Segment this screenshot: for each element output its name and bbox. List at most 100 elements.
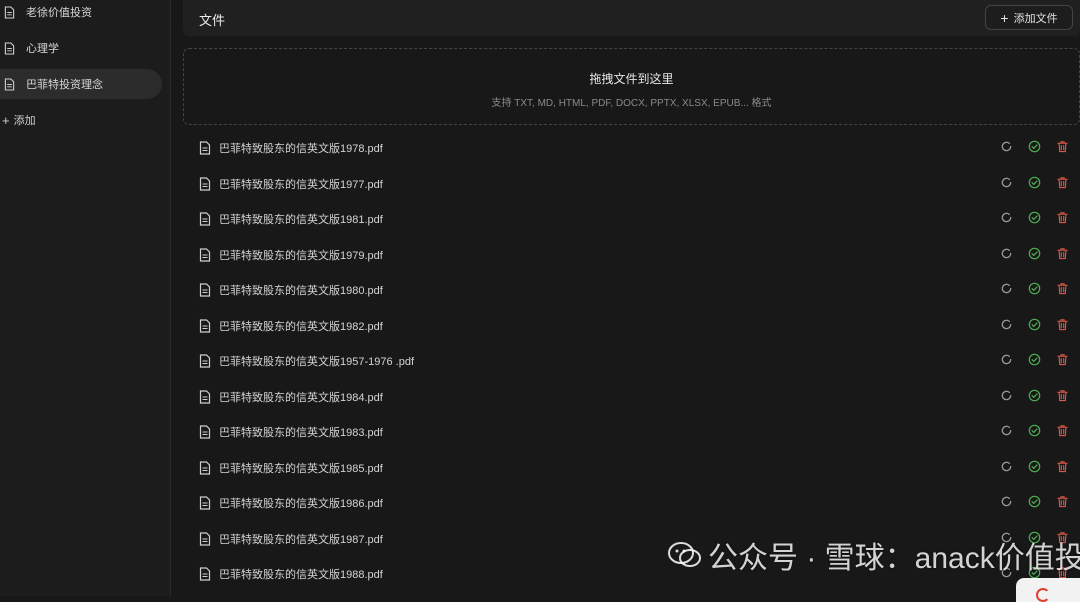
file-actions bbox=[1000, 318, 1069, 331]
document-icon bbox=[199, 247, 211, 262]
page-title: 文件 bbox=[199, 13, 226, 28]
file-row[interactable]: 巴菲特致股东的信英文版1957-1976 .pdf bbox=[199, 350, 1069, 372]
file-dropzone[interactable]: 拖拽文件到这里 支持 TXT, MD, HTML, PDF, DOCX, PPT… bbox=[183, 48, 1080, 125]
check-circle-icon[interactable] bbox=[1028, 460, 1041, 473]
file-row[interactable]: 巴菲特致股东的信英文版1980.pdf bbox=[199, 279, 1069, 301]
refresh-icon[interactable] bbox=[1000, 176, 1013, 189]
file-name: 巴菲特致股东的信英文版1984.pdf bbox=[219, 391, 383, 404]
file-actions bbox=[1000, 353, 1069, 366]
refresh-icon[interactable] bbox=[1000, 460, 1013, 473]
watermark-text: 公众号 · 雪球：anack价值投资 bbox=[708, 542, 1080, 575]
document-icon bbox=[4, 41, 15, 55]
dropzone-title: 拖拽文件到这里 bbox=[589, 72, 674, 86]
refresh-icon[interactable] bbox=[1000, 353, 1013, 366]
document-icon bbox=[199, 318, 211, 333]
sidebar-item-label: 巴菲特投资理念 bbox=[26, 79, 103, 91]
check-circle-icon[interactable] bbox=[1028, 495, 1041, 508]
plus-icon: + bbox=[2, 112, 10, 128]
files-header: 文件 bbox=[183, 0, 1080, 36]
refresh-icon[interactable] bbox=[1000, 140, 1013, 153]
sidebar: 老徐价值投资 心理学 巴菲特投资理念 + 添加 bbox=[0, 0, 171, 596]
check-circle-icon[interactable] bbox=[1028, 318, 1041, 331]
document-icon bbox=[199, 496, 211, 510]
add-label: 添加 bbox=[13, 115, 36, 127]
file-name: 巴菲特致股东的信英文版1980.pdf bbox=[219, 285, 383, 297]
document-icon bbox=[199, 425, 211, 439]
trash-icon[interactable] bbox=[1056, 140, 1069, 153]
trash-icon[interactable] bbox=[1056, 424, 1069, 437]
check-circle-icon[interactable] bbox=[1028, 140, 1041, 153]
refresh-icon[interactable] bbox=[1000, 424, 1013, 437]
trash-icon[interactable] bbox=[1056, 247, 1069, 260]
document-icon bbox=[4, 77, 15, 91]
sidebar-item-psychology[interactable]: 心理学 bbox=[0, 33, 162, 63]
file-actions bbox=[1000, 495, 1069, 508]
wechat-icon bbox=[668, 542, 701, 567]
trash-icon[interactable] bbox=[1056, 495, 1069, 508]
document-icon bbox=[199, 389, 211, 404]
trash-icon[interactable] bbox=[1056, 353, 1069, 366]
check-circle-icon[interactable] bbox=[1028, 424, 1041, 437]
document-icon bbox=[199, 567, 211, 581]
file-row[interactable]: 巴菲特致股东的信英文版1984.pdf bbox=[199, 386, 1069, 408]
trash-icon[interactable] bbox=[1056, 176, 1069, 189]
file-row[interactable]: 巴菲特致股东的信英文版1979.pdf bbox=[199, 244, 1069, 266]
add-file-button[interactable]: + 添加文件 bbox=[985, 5, 1073, 30]
plus-icon: + bbox=[1000, 9, 1009, 26]
trash-icon[interactable] bbox=[1056, 389, 1069, 402]
refresh-icon[interactable] bbox=[1000, 495, 1013, 508]
file-actions bbox=[1000, 176, 1069, 189]
file-actions bbox=[1000, 140, 1069, 153]
file-row[interactable]: 巴菲特致股东的信英文版1986.pdf bbox=[199, 492, 1069, 514]
file-name: 巴菲特致股东的信英文版1985.pdf bbox=[219, 462, 383, 475]
trash-icon[interactable] bbox=[1056, 318, 1069, 331]
document-icon bbox=[199, 354, 211, 368]
file-row[interactable]: 巴菲特致股东的信英文版1985.pdf bbox=[199, 457, 1069, 479]
trash-icon[interactable] bbox=[1056, 460, 1069, 473]
dropzone-subtitle: 支持 TXT, MD, HTML, PDF, DOCX, PPTX, XLSX,… bbox=[491, 98, 772, 109]
sidebar-item-label: 心理学 bbox=[26, 43, 59, 55]
file-name: 巴菲特致股东的信英文版1986.pdf bbox=[219, 498, 383, 510]
refresh-icon[interactable] bbox=[1000, 282, 1013, 295]
refresh-icon[interactable] bbox=[1000, 318, 1013, 331]
file-name: 巴菲特致股东的信英文版1988.pdf bbox=[219, 569, 383, 581]
file-actions bbox=[1000, 460, 1069, 473]
check-circle-icon[interactable] bbox=[1028, 389, 1041, 402]
document-icon bbox=[4, 5, 15, 19]
file-actions bbox=[1000, 389, 1069, 402]
add-knowledge-base-button[interactable]: + 添加 bbox=[2, 112, 36, 128]
file-name: 巴菲特致股东的信英文版1982.pdf bbox=[219, 320, 383, 333]
file-row[interactable]: 巴菲特致股东的信英文版1981.pdf bbox=[199, 208, 1069, 230]
corner-badge[interactable] bbox=[1016, 578, 1080, 602]
sidebar-item-label: 老徐价值投资 bbox=[26, 7, 92, 19]
sidebar-item-laoxu[interactable]: 老徐价值投资 bbox=[0, 0, 162, 27]
refresh-icon[interactable] bbox=[1000, 211, 1013, 224]
file-name: 巴菲特致股东的信英文版1981.pdf bbox=[219, 214, 383, 226]
file-name: 巴菲特致股东的信英文版1978.pdf bbox=[219, 143, 383, 155]
file-name: 巴菲特致股东的信英文版1987.pdf bbox=[219, 533, 383, 546]
file-row[interactable]: 巴菲特致股东的信英文版1982.pdf bbox=[199, 315, 1069, 337]
sidebar-item-buffett[interactable]: 巴菲特投资理念 bbox=[0, 69, 162, 99]
file-row[interactable]: 巴菲特致股东的信英文版1983.pdf bbox=[199, 421, 1069, 443]
check-circle-icon[interactable] bbox=[1028, 247, 1041, 260]
file-actions bbox=[1000, 282, 1069, 295]
trash-icon[interactable] bbox=[1056, 211, 1069, 224]
file-row[interactable]: 巴菲特致股东的信英文版1977.pdf bbox=[199, 173, 1069, 195]
check-circle-icon[interactable] bbox=[1028, 211, 1041, 224]
document-icon bbox=[199, 283, 211, 297]
file-name: 巴菲特致股东的信英文版1983.pdf bbox=[219, 427, 383, 439]
add-file-label: 添加文件 bbox=[1013, 12, 1058, 25]
file-actions bbox=[1000, 424, 1069, 437]
document-icon bbox=[199, 531, 211, 546]
check-circle-icon[interactable] bbox=[1028, 282, 1041, 295]
document-icon bbox=[199, 460, 211, 475]
check-circle-icon[interactable] bbox=[1028, 176, 1041, 189]
refresh-icon[interactable] bbox=[1000, 389, 1013, 402]
refresh-icon[interactable] bbox=[1000, 247, 1013, 260]
file-row[interactable]: 巴菲特致股东的信英文版1978.pdf bbox=[199, 137, 1069, 159]
document-icon bbox=[199, 176, 211, 191]
watermark: 公众号 · 雪球：anack价值投资 bbox=[668, 533, 1080, 577]
check-circle-icon[interactable] bbox=[1028, 353, 1041, 366]
file-actions bbox=[1000, 211, 1069, 224]
trash-icon[interactable] bbox=[1056, 282, 1069, 295]
